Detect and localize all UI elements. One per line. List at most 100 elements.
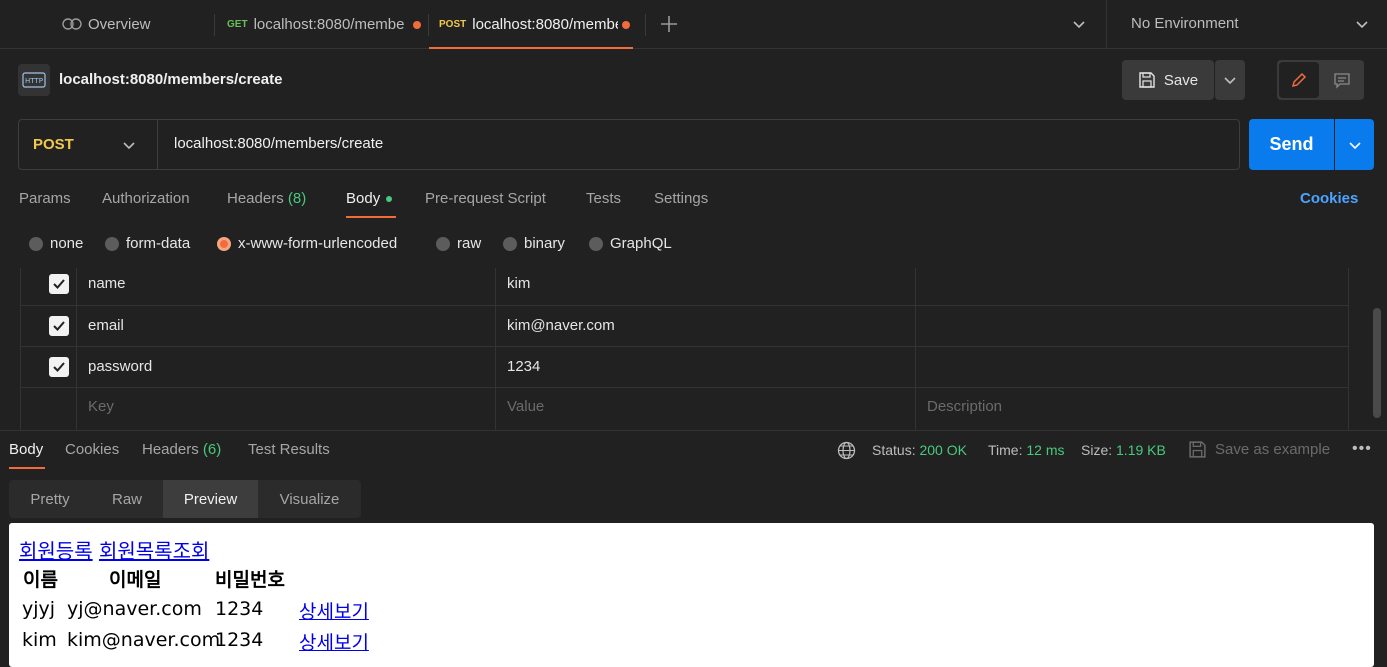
th-email: 이메일 (109, 569, 162, 591)
save-button[interactable]: Save (1122, 60, 1214, 100)
chevron-down-icon (1348, 141, 1361, 149)
response-preview: 회원등록 회원목록조회 이름 이메일 비밀번호 yjyj yj@naver.co… (9, 523, 1374, 667)
param-value[interactable]: kim@naver.com (507, 317, 615, 334)
radio-raw[interactable]: raw (436, 235, 481, 252)
new-tab-icon[interactable] (659, 14, 679, 38)
send-button[interactable]: Send (1249, 119, 1334, 170)
save-as-example-button[interactable]: Save as example (1215, 441, 1330, 458)
row-checkbox[interactable] (49, 274, 69, 294)
tab-authorization[interactable]: Authorization (102, 190, 190, 207)
scrollbar[interactable] (1373, 308, 1381, 418)
method-select[interactable]: POST (33, 136, 74, 153)
comment-icon[interactable] (1323, 62, 1361, 98)
response-status: Status: 200 OK (872, 442, 967, 458)
tab-tests[interactable]: Tests (586, 190, 621, 207)
tab-label: Headers (142, 441, 199, 458)
param-key[interactable]: name (88, 275, 126, 292)
tab-params[interactable]: Params (19, 190, 71, 207)
view-toggle (1277, 60, 1364, 100)
radio-label: x-www-form-urlencoded (238, 235, 398, 252)
detail-link[interactable]: 상세보기 (299, 597, 369, 624)
radio-label: form-data (126, 235, 191, 252)
unsaved-dot (622, 20, 631, 29)
detail-link[interactable]: 상세보기 (299, 628, 369, 655)
save-options-button[interactable] (1215, 60, 1245, 100)
size-value: 1.19 KB (1116, 442, 1166, 458)
tab-bar: Overview GET localhost:8080/membe POST l… (0, 0, 1387, 49)
environment-select[interactable]: No Environment (1131, 15, 1239, 32)
tab-settings[interactable]: Settings (654, 190, 708, 207)
pane-divider[interactable] (0, 430, 1387, 431)
radio-binary[interactable]: binary (503, 235, 565, 252)
th-password: 비밀번호 (215, 569, 285, 591)
tab-body[interactable]: Body (346, 190, 393, 207)
response-tab-test-results[interactable]: Test Results (248, 441, 330, 458)
tab-label: Headers (227, 190, 284, 207)
status-label: Status: (872, 442, 916, 458)
radio-circle-selected (217, 236, 231, 251)
tab-label: localhost:8080/membe (472, 16, 619, 33)
th-name: 이름 (23, 569, 58, 591)
param-value[interactable]: kim (507, 275, 530, 292)
td-password: 1234 (215, 629, 264, 651)
size-label: Size: (1081, 442, 1113, 458)
chevron-down-icon[interactable] (122, 138, 136, 156)
radio-circle (436, 236, 450, 251)
divider (1106, 0, 1107, 49)
chevron-down-icon[interactable] (1072, 17, 1086, 35)
more-options-icon[interactable]: ••• (1352, 440, 1372, 458)
tab-overview[interactable]: Overview (62, 0, 151, 49)
tab-get-request[interactable]: GET localhost:8080/membe (227, 0, 421, 49)
body-active-dot (386, 196, 393, 203)
tab-label: localhost:8080/membe (253, 16, 405, 33)
tab-post-request[interactable]: POST localhost:8080/membe (439, 0, 631, 49)
view-raw[interactable]: Raw (91, 480, 163, 518)
radio-none[interactable]: none (29, 235, 83, 252)
cookies-link[interactable]: Cookies (1300, 190, 1358, 207)
value-placeholder[interactable]: Value (507, 398, 544, 415)
table-row (20, 306, 1349, 347)
tab-pre-request-script[interactable]: Pre-request Script (425, 190, 546, 207)
http-icon: HTTP (18, 64, 50, 96)
param-key[interactable]: password (88, 358, 152, 375)
key-placeholder[interactable]: Key (88, 398, 114, 415)
svg-text:HTTP: HTTP (25, 77, 43, 85)
table-row (20, 347, 1349, 388)
tab-headers[interactable]: Headers (8) (227, 190, 306, 207)
globe-icon[interactable] (837, 441, 856, 464)
response-tab-headers[interactable]: Headers (6) (142, 441, 221, 458)
headers-count: (6) (202, 441, 222, 458)
response-tab-cookies[interactable]: Cookies (65, 441, 119, 458)
member-list-link[interactable]: 회원목록조회 (99, 539, 209, 563)
view-visualize[interactable]: Visualize (258, 480, 361, 518)
send-options-button[interactable] (1335, 119, 1374, 170)
time-value: 12 ms (1026, 442, 1065, 458)
request-title[interactable]: localhost:8080/members/create (59, 71, 282, 88)
radio-circle (589, 236, 603, 251)
active-tab-indicator (429, 47, 633, 49)
tab-divider (428, 14, 429, 36)
edit-pencil-icon[interactable] (1279, 62, 1319, 98)
description-placeholder[interactable]: Description (927, 398, 1002, 415)
radio-label: GraphQL (610, 235, 672, 252)
param-value[interactable]: 1234 (507, 358, 540, 375)
url-input[interactable]: localhost:8080/members/create (174, 135, 383, 152)
view-pretty[interactable]: Pretty (9, 480, 91, 518)
row-checkbox[interactable] (49, 316, 69, 336)
chevron-down-icon[interactable] (1355, 17, 1369, 35)
save-icon (1188, 440, 1207, 463)
td-password: 1234 (215, 598, 264, 620)
overview-icon (62, 16, 82, 34)
register-link[interactable]: 회원등록 (19, 539, 93, 563)
active-tab-indicator (9, 467, 45, 469)
param-key[interactable]: email (88, 317, 124, 334)
view-preview[interactable]: Preview (163, 480, 258, 518)
radio-graphql[interactable]: GraphQL (589, 235, 672, 252)
radio-form-data[interactable]: form-data (105, 235, 190, 252)
time-label: Time: (988, 442, 1023, 458)
row-checkbox[interactable] (49, 357, 69, 377)
response-tab-body[interactable]: Body (9, 441, 43, 458)
response-size: Size: 1.19 KB (1081, 442, 1166, 458)
radio-x-www-form-urlencoded[interactable]: x-www-form-urlencoded (217, 235, 397, 252)
divider (157, 120, 158, 169)
